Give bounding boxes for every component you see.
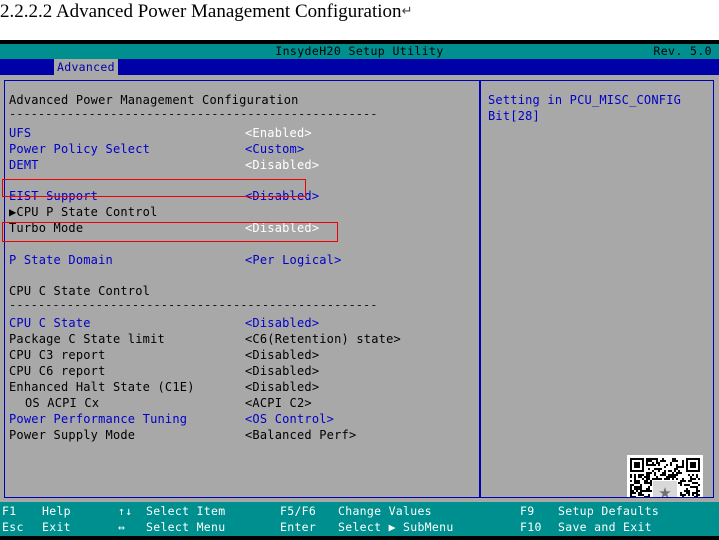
setting-row-ufs-label: UFS [9, 126, 32, 140]
qr-code-logo-icon: ★ [652, 480, 678, 497]
bios-title-bar: InsydeH20 Setup Utility Rev. 5.0 [0, 44, 719, 59]
menu-tab-advanced[interactable]: Advanced [54, 59, 118, 75]
setting-row-cpu-c6-report-label: CPU C6 report [9, 364, 106, 378]
footer-key-name: F10 [520, 520, 542, 534]
footer-border-strip [0, 536, 719, 540]
setting-row-ufs[interactable]: UFS <Enabled> [5, 125, 479, 141]
setting-row-cpu-p-state-control[interactable]: ▶CPU P State Control [5, 204, 479, 220]
setting-row-power-supply-mode-label: Power Supply Mode [9, 428, 136, 442]
setting-row-package-c-state-limit-label: Package C State limit [9, 332, 165, 346]
setting-row-os-acpi-cx[interactable]: OS ACPI Cx <ACPI C2> [5, 395, 479, 411]
setting-row-os-acpi-cx-label: OS ACPI Cx [25, 396, 100, 410]
setting-row-power-performance-tuning-value[interactable]: <OS Control> [245, 411, 334, 427]
setting-row-demt[interactable]: DEMT <Disabled> [5, 157, 479, 173]
setting-row-cpu-c-state[interactable]: CPU C State <Disabled> [5, 315, 479, 331]
footer-key-select-submenu[interactable]: Enter Select ▶ SubMenu [280, 520, 454, 535]
setting-row-cpu-c-state-value[interactable]: <Disabled> [245, 315, 319, 331]
setting-row-power-policy-select[interactable]: Power Policy Select <Custom> [5, 141, 479, 157]
footer-key-label: Select Item [146, 504, 226, 518]
setting-row-os-acpi-cx-value[interactable]: <ACPI C2> [245, 395, 312, 411]
section-separator-1: ----------------------------------------… [9, 107, 379, 121]
setting-row-power-policy-select-label: Power Policy Select [9, 142, 151, 156]
setting-row-ufs-value[interactable]: <Enabled> [245, 125, 312, 141]
help-text-line-2: Bit[28] [488, 109, 540, 123]
footer-key-label: Change Values [338, 504, 432, 518]
setting-row-eist-support-label: EIST Support [9, 189, 99, 203]
setting-row-cpu-c6-report[interactable]: CPU C6 report <Disabled> [5, 363, 479, 379]
setting-row-power-supply-mode[interactable]: Power Supply Mode <Balanced Perf> [5, 427, 479, 443]
footer-key-name: F9 [520, 504, 535, 518]
setting-row-demt-label: DEMT [9, 158, 39, 172]
footer-key-name: Enter [280, 520, 317, 534]
setting-row-enhanced-halt-state-c1e-label: Enhanced Halt State (C1E) [9, 380, 195, 394]
footer-key-select-menu[interactable]: ↔ Select Menu [118, 520, 225, 535]
setting-row-package-c-state-limit-value[interactable]: <C6(Retention) state> [245, 331, 401, 347]
setting-row-cpu-c6-report-value[interactable]: <Disabled> [245, 363, 319, 379]
footer-key-setup-defaults[interactable]: F9 Setup Defaults [520, 504, 659, 519]
bios-revision: Rev. 5.0 [653, 44, 712, 58]
footer-key-label: Select Menu [146, 520, 226, 534]
setting-row-power-performance-tuning[interactable]: Power Performance Tuning <OS Control> [5, 411, 479, 427]
footer-key-select-item[interactable]: ↑↓ Select Item [118, 504, 225, 519]
footer-key-name: F1 [2, 504, 17, 518]
footer-key-name: Esc [2, 520, 24, 534]
setting-row-turbo-mode-value[interactable]: <Disabled> [245, 220, 319, 236]
setting-row-power-supply-mode-value[interactable]: <Balanced Perf> [245, 427, 356, 443]
section-separator-2: ----------------------------------------… [9, 298, 379, 312]
help-panel: Bit[28] Setting in PCU_MISC_CONFIG ★ [483, 81, 714, 497]
footer-key-label: Select ▶ SubMenu [338, 520, 454, 534]
document-heading-text: 2.2.2.2 Advanced Power Management Config… [0, 1, 402, 22]
setting-row-package-c-state-limit[interactable]: Package C State limit <C6(Retention) stat… [5, 331, 479, 347]
document-heading: 2.2.2.2 Advanced Power Management Config… [0, 0, 719, 40]
footer-key-label: Exit [42, 520, 71, 534]
setting-row-enhanced-halt-state-c1e-value[interactable]: <Disabled> [245, 379, 319, 395]
footer-key-name: F5/F6 [280, 504, 317, 518]
footer-key-name: ↑↓ [118, 504, 133, 518]
bios-title: InsydeH20 Setup Utility [275, 44, 444, 58]
setting-row-p-state-domain[interactable]: P State Domain <Per Logical> [5, 252, 479, 268]
setting-row-p-state-domain-label: P State Domain [9, 253, 113, 267]
footer-key-label: Help [42, 504, 71, 518]
setting-row-cpu-c-state-label: CPU C State [9, 316, 91, 330]
footer-key-name: ↔ [118, 520, 126, 534]
footer-key-label: Setup Defaults [558, 504, 660, 518]
footer-key-label: Save and Exit [558, 520, 652, 534]
setting-row-turbo-mode[interactable]: Turbo Mode <Disabled> [5, 220, 479, 236]
bios-footer-keybar: F1 Help Esc Exit ↑↓ Select Item ↔ Select Menu F5… [0, 502, 719, 536]
setting-row-p-state-domain-value[interactable]: <Per Logical> [245, 252, 342, 268]
footer-key-save-and-exit[interactable]: F10 Save and Exit [520, 520, 652, 535]
footer-key-change-values[interactable]: F5/F6 Change Values [280, 504, 432, 519]
setting-row-power-policy-select-value[interactable]: <Custom> [245, 141, 304, 157]
setting-row-cpu-p-state-control-label: ▶CPU P State Control [9, 205, 158, 219]
paragraph-mark-icon: ↵ [401, 3, 413, 18]
setting-row-enhanced-halt-state-c1e[interactable]: Enhanced Halt State (C1E) <Disabled> [5, 379, 479, 395]
setting-row-eist-support[interactable]: EIST Support <Disabled> [5, 188, 479, 204]
setting-row-cpu-c3-report[interactable]: CPU C3 report <Disabled> [5, 347, 479, 363]
bios-menu-bar[interactable]: Advanced [0, 59, 719, 75]
qr-code: ★ [627, 455, 703, 497]
setting-row-demt-value[interactable]: <Disabled> [245, 157, 319, 173]
footer-key-help[interactable]: F1 Help [2, 504, 71, 519]
setting-row-power-performance-tuning-label: Power Performance Tuning [9, 412, 188, 426]
help-text-line-1: Setting in PCU_MISC_CONFIG [488, 93, 682, 107]
bios-setup-screen: InsydeH20 Setup Utility Rev. 5.0 Advance… [0, 40, 719, 540]
setting-row-cpu-c3-report-label: CPU C3 report [9, 348, 106, 362]
setting-row-turbo-mode-label: Turbo Mode [9, 221, 84, 235]
settings-panel: Advanced Power Management Configuration -… [5, 81, 479, 497]
setting-row-cpu-c3-report-value[interactable]: <Disabled> [245, 347, 319, 363]
panel-divider [479, 80, 481, 498]
footer-key-exit[interactable]: Esc Exit [2, 520, 71, 535]
setting-row-eist-support-value[interactable]: <Disabled> [245, 188, 319, 204]
